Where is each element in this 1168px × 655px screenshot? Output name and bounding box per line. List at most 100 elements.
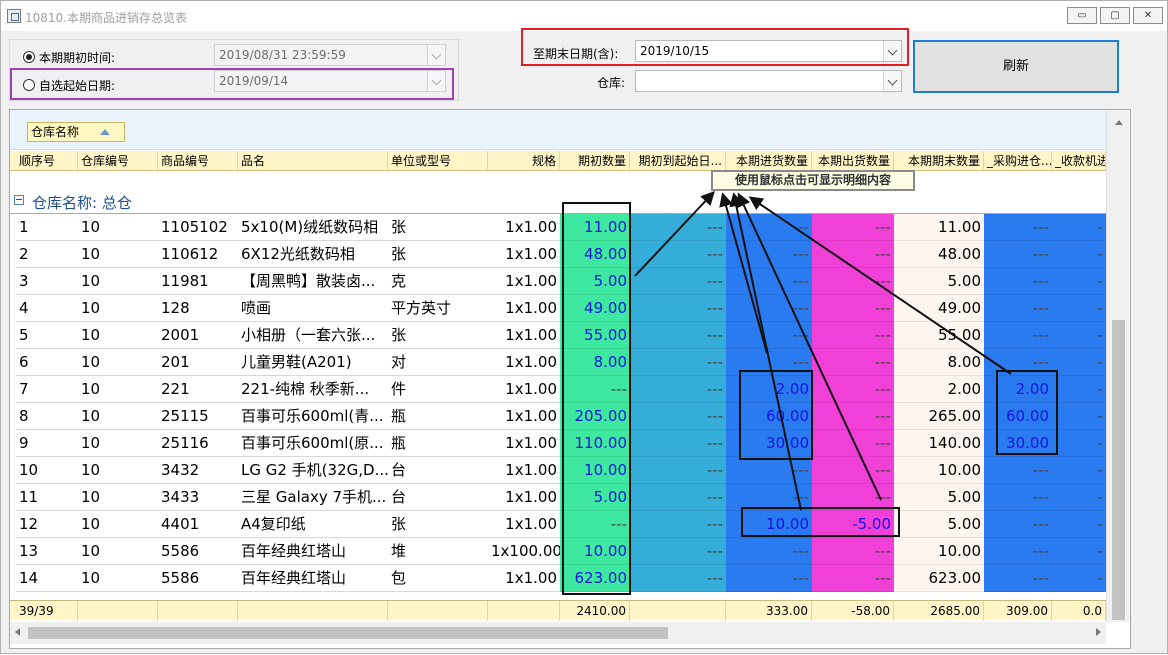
cell-unit[interactable]: 堆 (388, 538, 488, 565)
cell-warehouse-no[interactable]: 10 (78, 484, 158, 511)
maximize-button[interactable]: ▢ (1100, 7, 1130, 24)
cell-unit[interactable]: 瓶 (388, 403, 488, 430)
cell-purchase-in[interactable]: --- (984, 214, 1052, 241)
cell-item-no[interactable]: 1105102 (158, 214, 238, 241)
cell-warehouse-no[interactable]: 10 (78, 295, 158, 322)
custom-start-radio[interactable]: 自选起始日期: (23, 75, 115, 95)
table-row[interactable]: 13 10 5586 百年经典红塔山堆 1x100.00 10.00 --- --- --- 10… (10, 538, 1106, 565)
opening-time-radio[interactable]: 本期期初时间: (23, 47, 115, 67)
cell-unit[interactable]: 张 (388, 214, 488, 241)
cell-ending-qty[interactable]: 49.00 (894, 295, 984, 322)
cell-opening-qty[interactable]: 10.00 (560, 457, 630, 484)
group-header-row[interactable]: 仓库名称: 总仓 (10, 190, 1106, 214)
cell-purchase-in[interactable]: --- (984, 511, 1052, 538)
cell-ending-qty[interactable]: 265.00 (894, 403, 984, 430)
cell-item-no[interactable]: 5586 (158, 565, 238, 592)
cell-warehouse-no[interactable]: 10 (78, 268, 158, 295)
table-row[interactable]: 4 10 128 喷画 平方英寸 1x1.00 49.00 --- --- --- 49.00 ---… (10, 295, 1106, 322)
cell-seq[interactable]: 13 (16, 538, 78, 565)
cell-item-no[interactable]: 2001 (158, 322, 238, 349)
cell-opening-qty[interactable]: 205.00 (560, 403, 630, 430)
column-header-opening-to-start[interactable]: 期初到起始日... (630, 151, 726, 171)
cell-spec[interactable]: 1x1.00 (488, 268, 560, 295)
cell-purchase-qty[interactable]: --- (726, 484, 812, 511)
cell-item-name[interactable]: 6X12光纸数码相 (238, 241, 388, 268)
cell-unit[interactable]: 台 (388, 457, 488, 484)
cell-cashier-in[interactable]: - (1052, 511, 1106, 538)
table-row[interactable]: 6 10 201 儿童男鞋(A201) 对 1x1.00 8.00 --- --- --- 8.00… (10, 349, 1106, 376)
cell-item-name[interactable]: 百事可乐600ml(青... (238, 403, 388, 430)
cell-spec[interactable]: 1x1.00 (488, 214, 560, 241)
cell-opening-qty[interactable]: 110.00 (560, 430, 630, 457)
cell-purchase-in[interactable]: 2.00 (984, 376, 1052, 403)
cell-opening-to-start[interactable]: --- (630, 268, 726, 295)
scroll-up-icon[interactable] (1115, 120, 1123, 125)
cell-shipment-qty[interactable]: --- (812, 430, 894, 457)
cell-unit[interactable]: 件 (388, 376, 488, 403)
cell-ending-qty[interactable]: 11.00 (894, 214, 984, 241)
cell-unit[interactable]: 张 (388, 241, 488, 268)
cell-item-name[interactable]: 【周黑鸭】散装卤... (238, 268, 388, 295)
cell-spec[interactable]: 1x1.00 (488, 241, 560, 268)
cell-purchase-in[interactable]: --- (984, 484, 1052, 511)
cell-shipment-qty[interactable]: --- (812, 565, 894, 592)
cell-opening-to-start[interactable]: --- (630, 241, 726, 268)
cell-opening-to-start[interactable]: --- (630, 430, 726, 457)
cell-item-name[interactable]: 百事可乐600ml(原... (238, 430, 388, 457)
vertical-scrollbar[interactable] (1106, 110, 1130, 622)
cell-purchase-in[interactable]: --- (984, 295, 1052, 322)
cell-cashier-in[interactable]: - (1052, 538, 1106, 565)
cell-opening-qty[interactable]: 55.00 (560, 322, 630, 349)
cell-item-name[interactable]: 小相册（一套六张... (238, 322, 388, 349)
cell-cashier-in[interactable]: - (1052, 322, 1106, 349)
cell-seq[interactable]: 10 (16, 457, 78, 484)
cell-purchase-in[interactable]: --- (984, 241, 1052, 268)
column-header-cashier-in[interactable]: _收款机进 (1052, 151, 1106, 171)
cell-warehouse-no[interactable]: 10 (78, 241, 158, 268)
horizontal-scrollbar[interactable] (10, 622, 1106, 644)
cell-purchase-qty[interactable]: 60.00 (726, 403, 812, 430)
cell-seq[interactable]: 14 (16, 565, 78, 592)
cell-opening-qty[interactable]: 5.00 (560, 268, 630, 295)
cell-cashier-in[interactable]: - (1052, 268, 1106, 295)
cell-seq[interactable]: 3 (16, 268, 78, 295)
cell-shipment-qty[interactable]: --- (812, 214, 894, 241)
cell-opening-to-start[interactable]: --- (630, 376, 726, 403)
column-header-shipment-qty[interactable]: 本期出货数量 (812, 151, 894, 171)
cell-ending-qty[interactable]: 623.00 (894, 565, 984, 592)
cell-purchase-qty[interactable]: --- (726, 565, 812, 592)
cell-purchase-in[interactable]: --- (984, 268, 1052, 295)
cell-shipment-qty[interactable]: --- (812, 403, 894, 430)
table-row[interactable]: 8 10 25115 百事可乐600ml(青... 瓶 1x1.00 205.00 --- 60… (10, 403, 1106, 430)
cell-shipment-qty[interactable]: --- (812, 295, 894, 322)
vertical-scroll-thumb[interactable] (1112, 320, 1125, 620)
cell-ending-qty[interactable]: 10.00 (894, 538, 984, 565)
cell-opening-qty[interactable]: 11.00 (560, 214, 630, 241)
cell-ending-qty[interactable]: 55.00 (894, 322, 984, 349)
cell-cashier-in[interactable]: - (1052, 403, 1106, 430)
cell-item-no[interactable]: 3433 (158, 484, 238, 511)
cell-opening-to-start[interactable]: --- (630, 457, 726, 484)
cell-ending-qty[interactable]: 2.00 (894, 376, 984, 403)
table-row[interactable]: 1 10 1105102 5x10(M)绒纸数码相张 1x1.00 11.00 --- ---… (10, 214, 1106, 241)
cell-ending-qty[interactable]: 140.00 (894, 430, 984, 457)
cell-shipment-qty[interactable]: --- (812, 457, 894, 484)
cell-unit[interactable]: 张 (388, 511, 488, 538)
cell-shipment-qty[interactable]: --- (812, 484, 894, 511)
cell-item-name[interactable]: 儿童男鞋(A201) (238, 349, 388, 376)
column-header-item-name[interactable]: 品名 (238, 151, 388, 171)
cell-shipment-qty[interactable]: -5.00 (812, 511, 894, 538)
cell-ending-qty[interactable]: 5.00 (894, 511, 984, 538)
cell-purchase-qty[interactable]: --- (726, 241, 812, 268)
cell-item-name[interactable]: 221-纯棉 秋季新... (238, 376, 388, 403)
cell-opening-qty[interactable]: --- (560, 376, 630, 403)
cell-opening-to-start[interactable]: --- (630, 484, 726, 511)
cell-seq[interactable]: 2 (16, 241, 78, 268)
cell-spec[interactable]: 1x1.00 (488, 403, 560, 430)
table-row[interactable]: 10 10 3432 LG G2 手机(32G,D... 台 1x1.00 10.00 ---… (10, 457, 1106, 484)
minimize-button[interactable]: ▭ (1067, 7, 1097, 24)
table-row[interactable]: 12 10 4401 A4复印纸张 1x1.00 --- --- 10.00 -5.00 5.00… (10, 511, 1106, 538)
cell-ending-qty[interactable]: 5.00 (894, 484, 984, 511)
cell-item-no[interactable]: 25116 (158, 430, 238, 457)
cell-unit[interactable]: 瓶 (388, 430, 488, 457)
